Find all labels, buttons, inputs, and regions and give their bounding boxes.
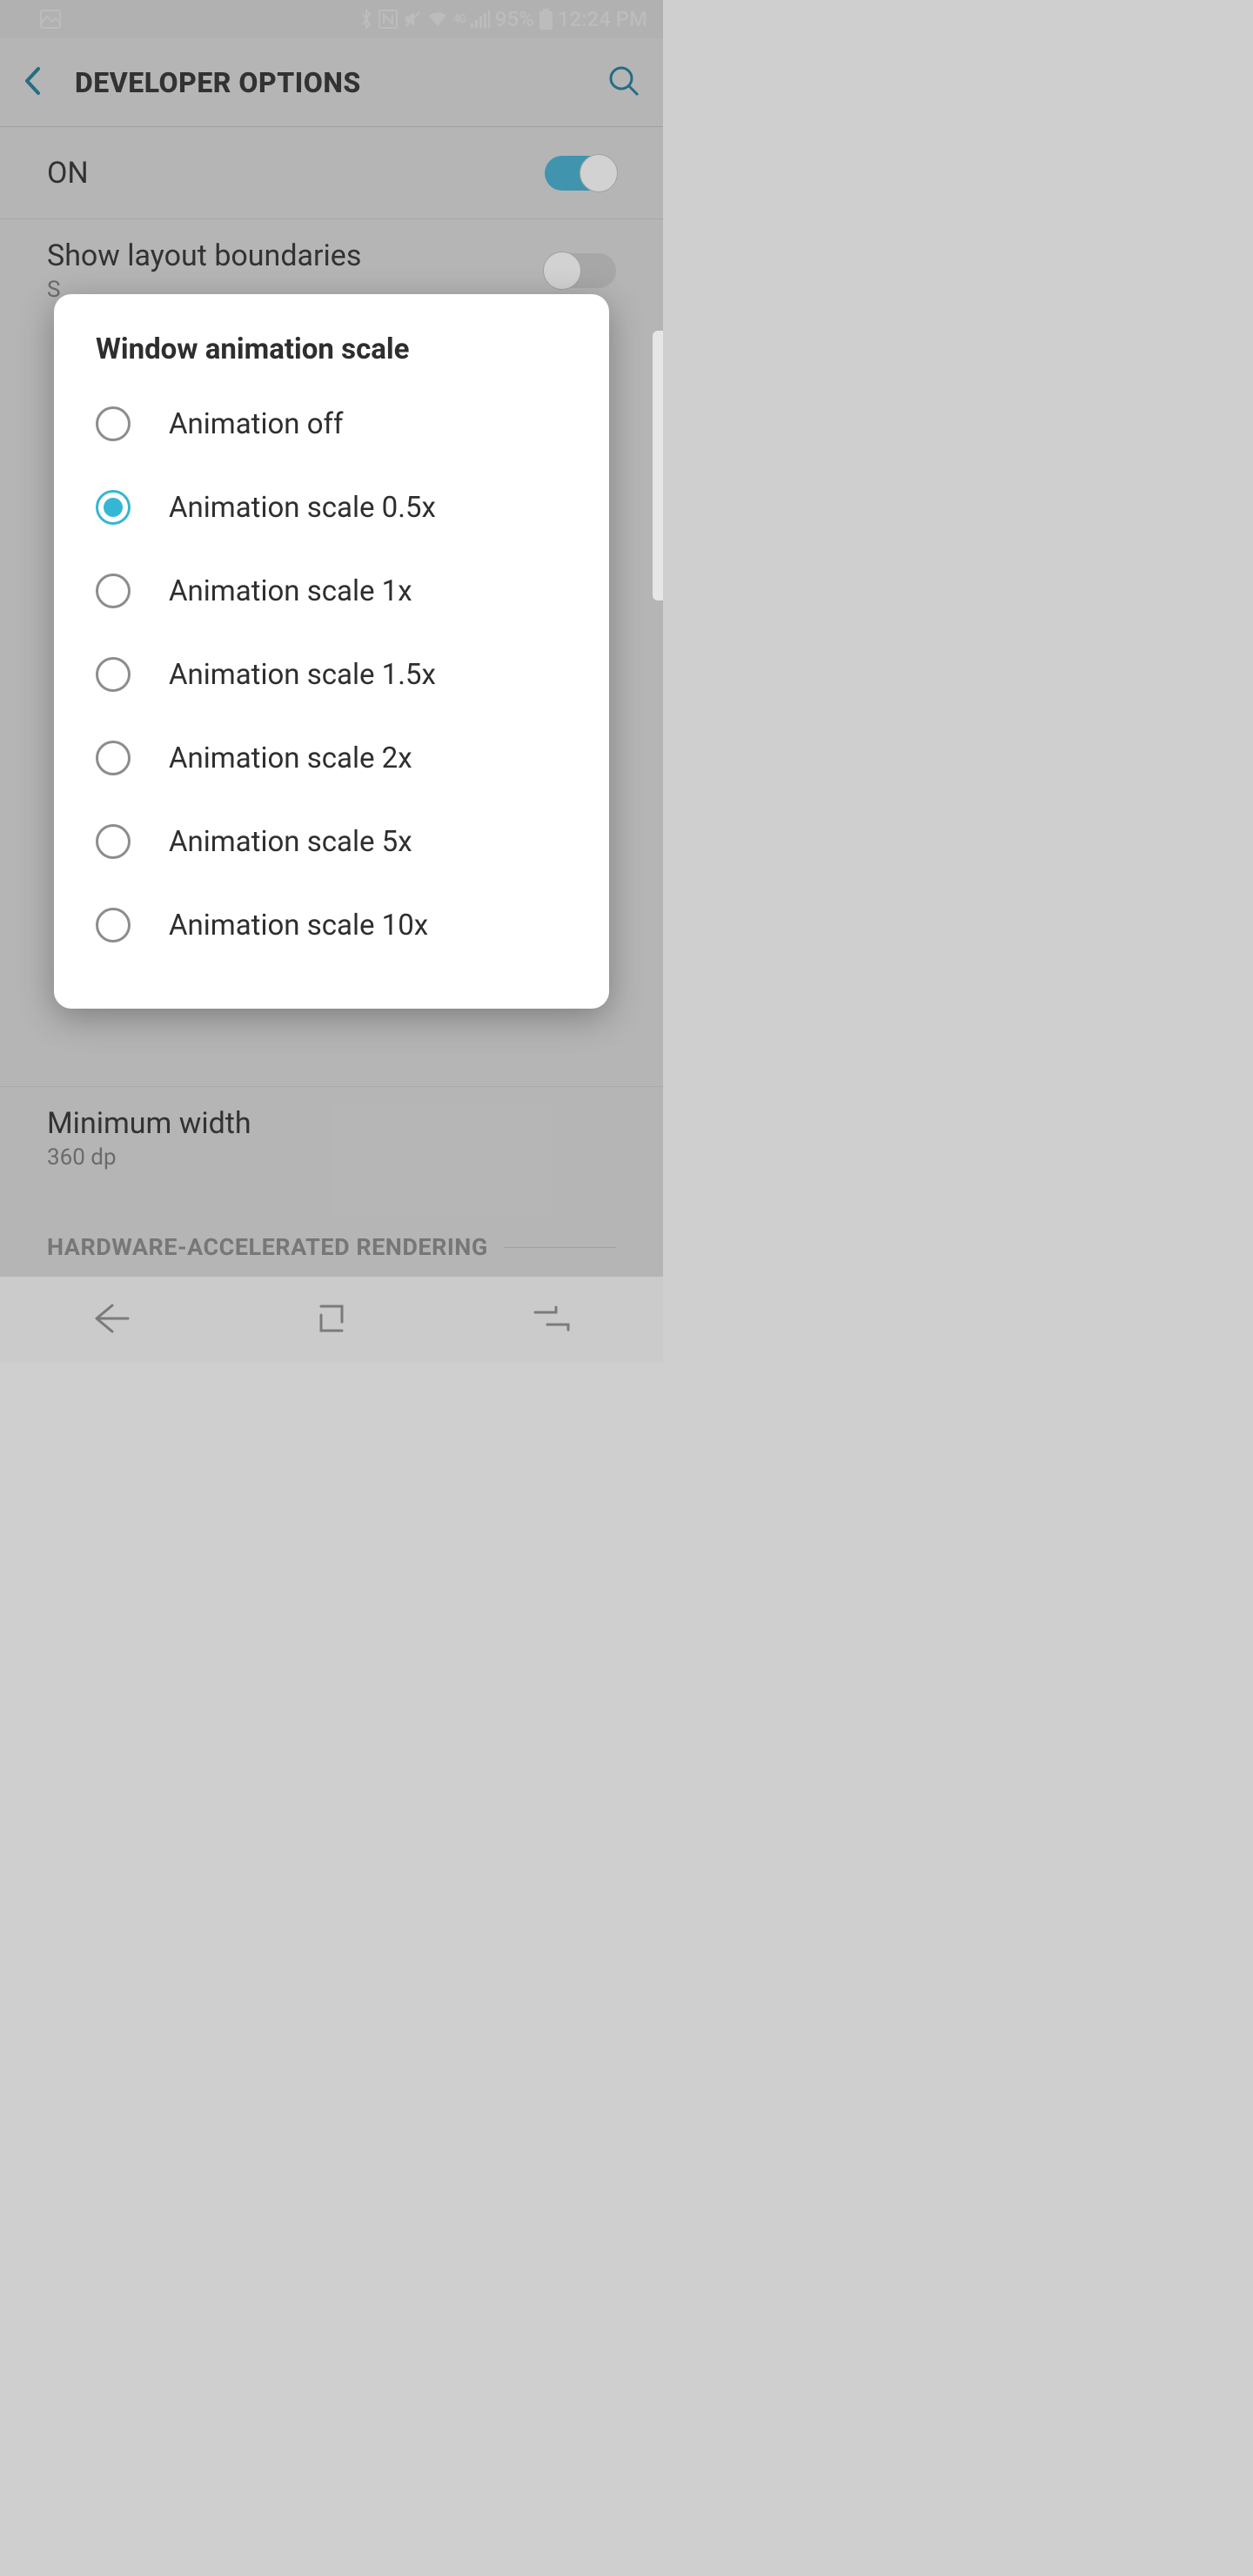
radio-label: Animation scale 10x	[169, 909, 428, 943]
radio-button-icon	[96, 657, 131, 692]
radio-option[interactable]: Animation scale 10x	[54, 883, 609, 967]
radio-option[interactable]: Animation scale 0.5x	[54, 466, 609, 549]
radio-option[interactable]: Animation scale 1.5x	[54, 633, 609, 716]
radio-label: Animation scale 1.5x	[169, 658, 436, 692]
radio-button-icon	[96, 490, 131, 525]
radio-label: Animation scale 1x	[169, 574, 412, 608]
radio-button-icon	[96, 741, 131, 775]
radio-button-icon	[96, 824, 131, 859]
radio-button-icon	[96, 574, 131, 608]
dialog-window-animation-scale: Window animation scale Animation off Anim…	[54, 294, 609, 1009]
scrollbar-hint	[653, 331, 663, 600]
radio-option[interactable]: Animation off	[54, 382, 609, 466]
radio-label: Animation scale 5x	[169, 825, 412, 859]
radio-label: Animation scale 2x	[169, 741, 412, 775]
radio-label: Animation scale 0.5x	[169, 491, 436, 525]
radio-button-icon	[96, 908, 131, 943]
radio-option[interactable]: Animation scale 1x	[54, 549, 609, 633]
radio-option[interactable]: Animation scale 2x	[54, 716, 609, 800]
radio-button-icon	[96, 406, 131, 441]
radio-option[interactable]: Animation scale 5x	[54, 800, 609, 883]
radio-label: Animation off	[169, 407, 343, 441]
dialog-title: Window animation scale	[54, 332, 609, 382]
